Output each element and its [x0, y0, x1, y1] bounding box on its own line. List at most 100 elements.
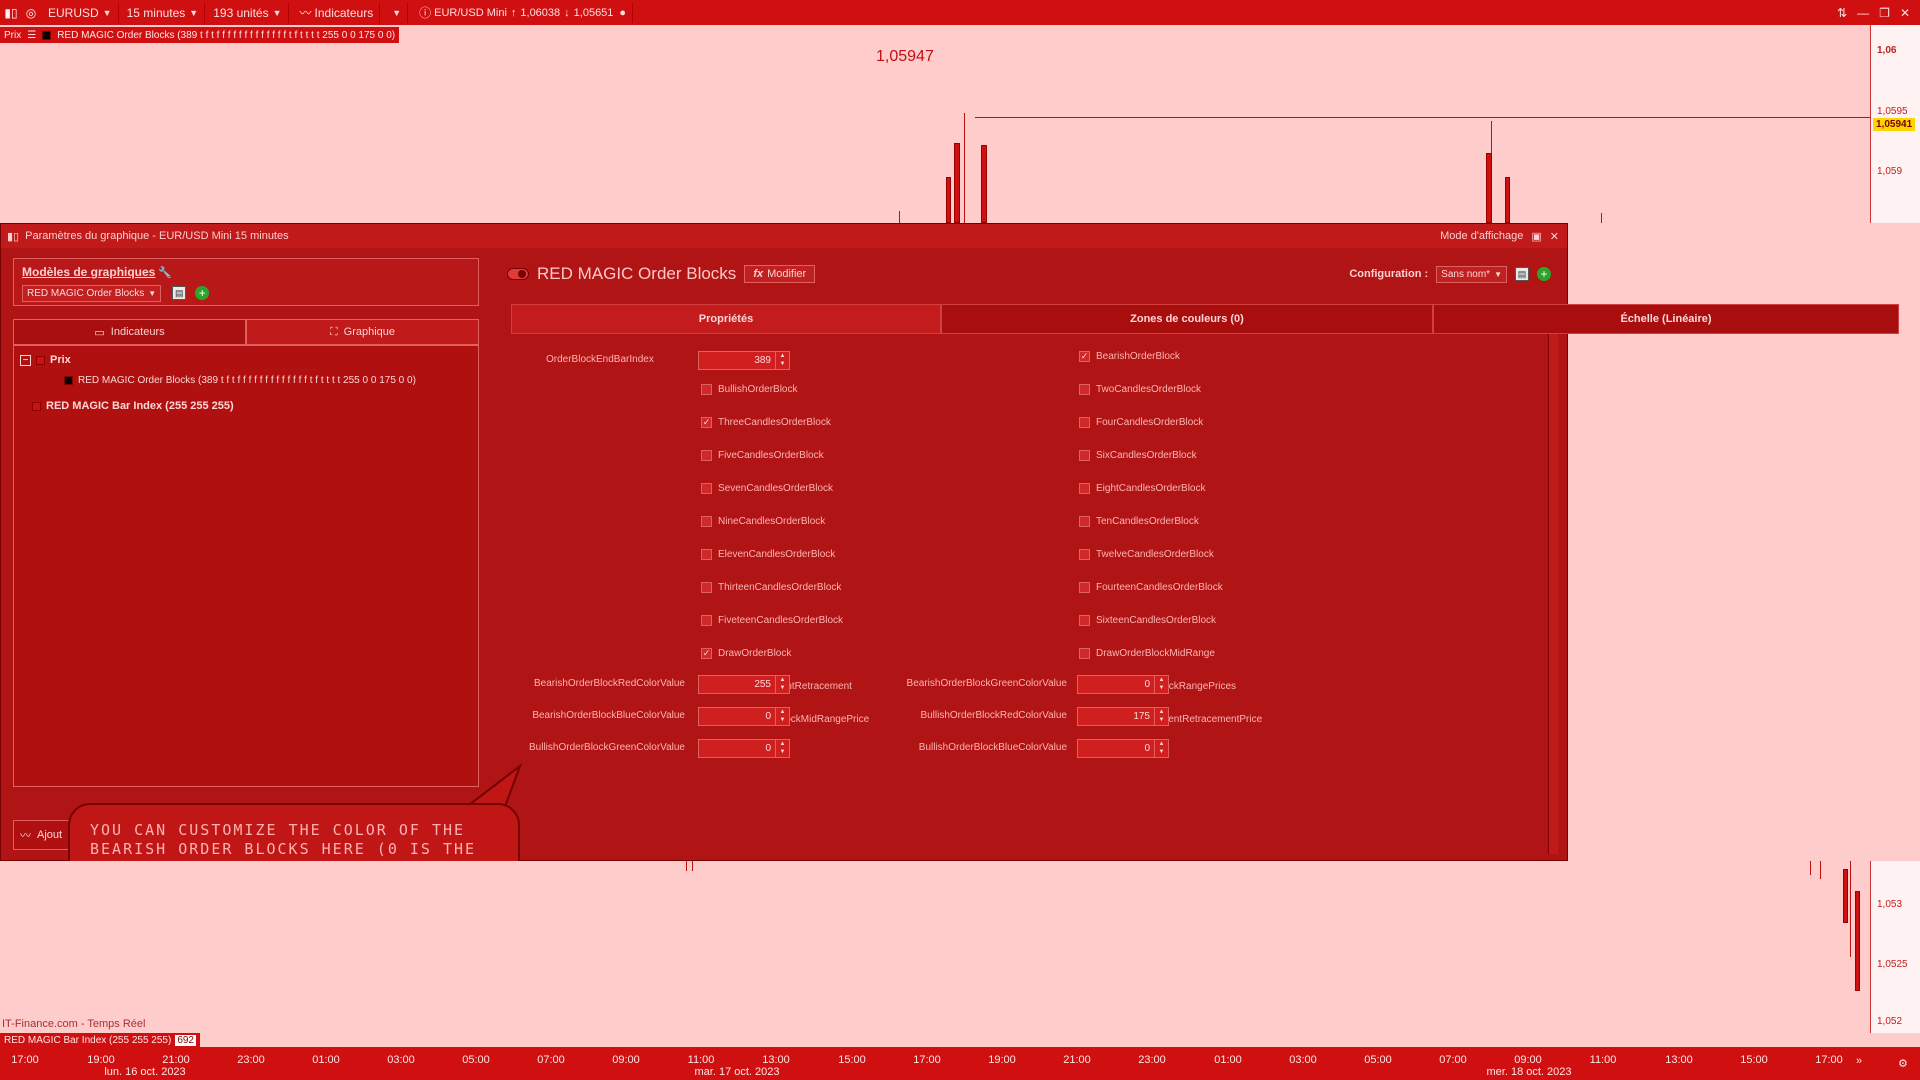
dialog-titlebar[interactable]: ▮▯ Paramètres du graphique - EUR/USD Min…	[1, 224, 1567, 248]
checkbox-checked-icon[interactable]: ✓	[1079, 351, 1090, 362]
tab-indicators[interactable]: ▭ Indicateurs	[13, 319, 246, 345]
restore-icon[interactable]: ❐	[1879, 6, 1890, 20]
spinner-icon[interactable]: ▲ ▼	[775, 740, 789, 757]
spinner-icon[interactable]: ▲ ▼	[1154, 740, 1168, 757]
price-axis-bottom[interactable]: 1,053 1,0525 1,052	[1870, 861, 1920, 1033]
spinner-icon[interactable]: ▲ ▼	[1154, 708, 1168, 725]
checkbox-unchecked-icon[interactable]	[701, 615, 712, 626]
checkbox-unchecked-icon[interactable]	[701, 384, 712, 395]
checkbox-TwelveCandlesOrderBlock[interactable]: TwelveCandlesOrderBlock	[1079, 549, 1214, 560]
refresh-icon[interactable]: ⇅	[1837, 6, 1847, 20]
checkbox-checked-icon[interactable]: ✓	[701, 648, 712, 659]
checkbox-EightCandlesOrderBlock[interactable]: EightCandlesOrderBlock	[1079, 483, 1206, 494]
checkbox-unchecked-icon[interactable]	[1079, 549, 1090, 560]
checkbox-unchecked-icon[interactable]	[1079, 450, 1090, 461]
color-value-input[interactable]: 255 ▲ ▼	[698, 675, 790, 694]
close-icon[interactable]: ✕	[1550, 230, 1559, 243]
spinner-icon[interactable]: ▲ ▼	[775, 676, 789, 693]
input-value: 0	[1144, 679, 1150, 690]
wrench-icon[interactable]: 🔧	[158, 267, 172, 279]
chart-type-icon[interactable]: ▮▯	[2, 5, 20, 21]
checkbox-unchecked-icon[interactable]	[1079, 615, 1090, 626]
spinner-icon[interactable]: ▲ ▼	[775, 708, 789, 725]
checkbox-ElevenCandlesOrderBlock[interactable]: ElevenCandlesOrderBlock	[701, 549, 835, 560]
display-mode-icon[interactable]: ▣	[1531, 230, 1541, 243]
checkbox-DrawOrderBlockMidRange[interactable]: DrawOrderBlockMidRange	[1079, 648, 1215, 659]
time-axis[interactable]: 17:00 19:00 21:00 23:00 01:00 03:00 05:00 07:00…	[0, 1047, 1920, 1080]
indicator-tree: − Prix RED MAGIC Order Blocks (389 t f t…	[13, 345, 479, 787]
price-chart-top[interactable]: Prix ☰ RED MAGIC Order Blocks (389 t f t…	[0, 25, 1870, 223]
order-block-end-bar-index-input[interactable]: 389 ▲ ▼	[698, 351, 790, 370]
tab-chart[interactable]: ⛶ Graphique	[246, 319, 479, 345]
checkbox-unchecked-icon[interactable]	[701, 549, 712, 560]
model-select[interactable]: RED MAGIC Order Blocks ▼	[22, 285, 162, 302]
add-config-icon[interactable]: +	[1537, 267, 1551, 281]
settings-icon[interactable]: ⚙	[1898, 1057, 1908, 1070]
units-select[interactable]: 193 unités ▼	[207, 2, 289, 23]
indicators-button[interactable]: 〰 Indicateurs	[291, 2, 381, 23]
checkbox-unchecked-icon[interactable]	[701, 483, 712, 494]
bar-index-label[interactable]: RED MAGIC Bar Index (255 255 255) 692	[0, 1033, 200, 1047]
checkbox-ThreeCandlesOrderBlock[interactable]: ✓ ThreeCandlesOrderBlock	[701, 417, 831, 428]
symbol-select[interactable]: EURUSD ▼	[42, 2, 119, 23]
chart-models-link[interactable]: Modèles de graphiques	[22, 265, 155, 279]
tab-scale[interactable]: Échelle (Linéaire)	[1433, 304, 1899, 334]
color-value-input[interactable]: 0 ▲ ▼	[1077, 675, 1169, 694]
checkbox-SevenCandlesOrderBlock[interactable]: SevenCandlesOrderBlock	[701, 483, 833, 494]
checkbox-unchecked-icon[interactable]	[1079, 417, 1090, 428]
checkbox-DrawOrderBlock[interactable]: ✓ DrawOrderBlock	[701, 648, 791, 659]
tree-item-order-blocks[interactable]: RED MAGIC Order Blocks (389 t f t f f f …	[20, 370, 472, 390]
spinner-icon[interactable]: ▲ ▼	[1154, 676, 1168, 693]
checkbox-NineCandlesOrderBlock[interactable]: NineCandlesOrderBlock	[701, 516, 825, 527]
checkbox-FourCandlesOrderBlock[interactable]: FourCandlesOrderBlock	[1079, 417, 1203, 428]
checkbox-unchecked-icon[interactable]	[1079, 582, 1090, 593]
color-value-input[interactable]: 0 ▲ ▼	[1077, 739, 1169, 758]
scrollbar[interactable]	[1548, 334, 1558, 854]
checkbox-TwoCandlesOrderBlock[interactable]: TwoCandlesOrderBlock	[1079, 384, 1201, 395]
display-mode-label[interactable]: Mode d'affichage	[1440, 230, 1523, 242]
checkbox-unchecked-icon[interactable]	[1079, 648, 1090, 659]
checkbox-FiveteenCandlesOrderBlock[interactable]: FiveteenCandlesOrderBlock	[701, 615, 843, 626]
tab-color-zones[interactable]: Zones de couleurs (0)	[941, 304, 1433, 334]
color-value-input[interactable]: 0 ▲ ▼	[698, 739, 790, 758]
collapse-icon[interactable]: −	[20, 354, 31, 366]
checkbox-FiveCandlesOrderBlock[interactable]: FiveCandlesOrderBlock	[701, 450, 824, 461]
instrument-icon[interactable]: ◎	[22, 5, 40, 21]
checkbox-unchecked-icon[interactable]	[1079, 483, 1090, 494]
price-chart-bottom[interactable]	[0, 861, 1870, 1033]
tree-item-prix[interactable]: − Prix	[20, 350, 472, 370]
checkbox-unchecked-icon[interactable]	[701, 582, 712, 593]
checkbox-SixCandlesOrderBlock[interactable]: SixCandlesOrderBlock	[1079, 450, 1197, 461]
indicator-toggle[interactable]	[507, 268, 529, 280]
chart-models-box: Modèles de graphiques 🔧 RED MAGIC Order …	[13, 258, 479, 306]
tree-item-bar-index[interactable]: RED MAGIC Bar Index (255 255 255)	[20, 396, 472, 416]
checkbox-TenCandlesOrderBlock[interactable]: TenCandlesOrderBlock	[1079, 516, 1199, 527]
timeframe-select[interactable]: 15 minutes ▼	[121, 2, 206, 23]
color-value-input[interactable]: 0 ▲ ▼	[698, 707, 790, 726]
checkbox-SixteenCandlesOrderBlock[interactable]: SixteenCandlesOrderBlock	[1079, 615, 1216, 626]
indicator-label-bar[interactable]: Prix ☰ RED MAGIC Order Blocks (389 t f t…	[0, 27, 400, 43]
checkbox-ThirteenCandlesOrderBlock[interactable]: ThirteenCandlesOrderBlock	[701, 582, 841, 593]
tab-properties[interactable]: Propriétés	[511, 304, 941, 334]
save-icon[interactable]: ▤	[1515, 267, 1529, 281]
checkbox-FourteenCandlesOrderBlock[interactable]: FourteenCandlesOrderBlock	[1079, 582, 1223, 593]
minimize-icon[interactable]: —	[1857, 6, 1869, 20]
checkbox-unchecked-icon[interactable]	[701, 450, 712, 461]
price-axis-top[interactable]: 1,06 1,0595 1,05941 1,059	[1870, 25, 1920, 223]
modify-button[interactable]: fx Modifier	[744, 265, 816, 283]
candle	[1843, 869, 1848, 923]
checkbox-BullishOrderBlock[interactable]: BullishOrderBlock	[701, 384, 797, 395]
checkbox-BearishOrderBlock[interactable]: ✓ BearishOrderBlock	[1079, 351, 1180, 362]
checkbox-unchecked-icon[interactable]	[701, 516, 712, 527]
checkbox-unchecked-icon[interactable]	[1079, 516, 1090, 527]
close-icon[interactable]: ✕	[1900, 6, 1910, 20]
checkbox-checked-icon[interactable]: ✓	[701, 417, 712, 428]
spinner-icon[interactable]: ▲ ▼	[775, 352, 789, 369]
save-icon[interactable]: ▤	[172, 286, 187, 301]
indicators-dropdown[interactable]: ▼	[382, 2, 409, 23]
configuration-select[interactable]: Sans nom* ▼	[1436, 265, 1507, 283]
add-model-icon[interactable]: +	[195, 286, 210, 301]
color-value-input[interactable]: 175 ▲ ▼	[1077, 707, 1169, 726]
checkbox-unchecked-icon[interactable]	[1079, 384, 1090, 395]
scroll-right-icon[interactable]: »	[1856, 1055, 1862, 1067]
